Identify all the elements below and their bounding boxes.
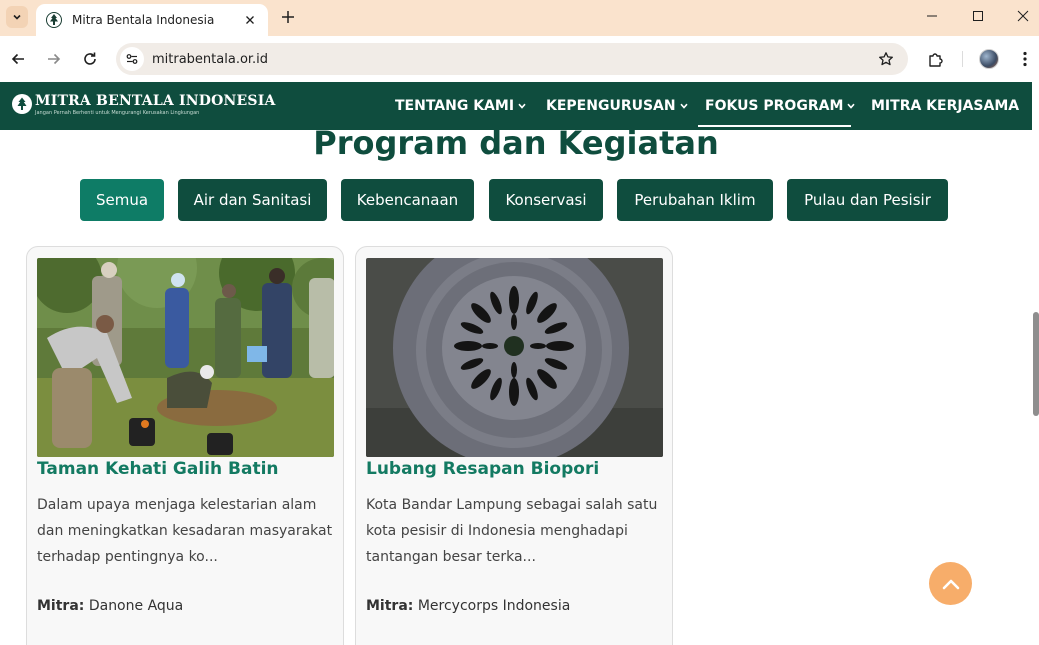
card-description: Dalam upaya menjaga kelestarian alam dan… [37,497,333,565]
more-menu-icon[interactable] [1013,47,1037,71]
address-bar[interactable]: mitrabentala.or.id [116,43,908,75]
browser-tabstrip: Mitra Bentala Indonesia [0,0,1039,36]
menu-mitra-kerjasama[interactable]: MITRA KERJASAMA [871,82,1019,130]
tree-logo-icon [12,94,32,114]
menu-label: MITRA KERJASAMA [871,98,1020,114]
close-tab-icon[interactable] [242,12,258,28]
extensions-puzzle-icon[interactable] [924,47,948,71]
bookmark-star-icon[interactable] [874,47,898,71]
card-partner: Mitra: Mercycorps Indonesia [366,598,570,614]
tree-planting-photo[interactable] [37,258,334,457]
chevron-down-icon [13,14,21,20]
filter-kebencanaan[interactable]: Kebencanaan [341,179,474,221]
partner-label: Mitra: [366,598,414,614]
browser-tab-active[interactable]: Mitra Bentala Indonesia [36,4,268,36]
card-title[interactable]: Taman Kehati Galih Batin [37,459,279,479]
reload-icon[interactable] [78,47,102,71]
site-settings-icon[interactable] [120,47,144,71]
chevron-down-icon [680,103,688,109]
close-window-icon[interactable] [1000,0,1039,32]
partner-name: Danone Aqua [88,598,184,614]
menu-label: TENTANG KAMI [395,98,515,114]
filter-semua[interactable]: Semua [80,179,164,221]
minimize-icon[interactable] [909,0,955,32]
toolbar-divider [962,51,963,67]
card-description: Kota Bandar Lampung sebagai salah satu k… [366,497,658,565]
site-favicon-icon [46,12,62,28]
menu-label: FOKUS PROGRAM [705,98,844,114]
program-card[interactable]: Taman Kehati Galih Batin Dalam upaya men… [26,246,344,645]
menu-tentang-kami[interactable]: TENTANG KAMI [395,82,526,130]
chevron-down-icon [847,103,855,109]
forward-arrow-icon[interactable] [42,47,66,71]
tab-title: Mitra Bentala Indonesia [72,13,215,27]
chevron-down-icon [518,103,526,109]
biopori-cover-photo[interactable] [366,258,663,457]
logo-tagline: Jangan Pernah Berhenti untuk Mengurangi … [35,110,200,116]
card-partner: Mitra: Danone Aqua [37,598,183,614]
menu-fokus-program[interactable]: FOKUS PROGRAM [705,82,855,130]
filter-konservasi[interactable]: Konservasi [489,179,603,221]
profile-avatar[interactable] [979,49,999,69]
site-navbar: MITRA BENTALA INDONESIA Jangan Pernah Be… [0,82,1032,130]
back-arrow-icon[interactable] [6,47,30,71]
card-title[interactable]: Lubang Resapan Biopori [366,459,599,479]
page-title: Program dan Kegiatan [313,124,719,162]
page-scrollbar-thumb[interactable] [1033,312,1039,416]
menu-label: KEPENGURUSAN [546,98,676,114]
chevron-up-icon [942,579,959,589]
partner-label: Mitra: [37,598,85,614]
tab-search-button[interactable] [6,6,28,28]
site-logo[interactable]: MITRA BENTALA INDONESIA Jangan Pernah Be… [12,94,276,117]
filter-air-dan-sanitasi[interactable]: Air dan Sanitasi [178,179,327,221]
url-text[interactable]: mitrabentala.or.id [152,52,874,67]
browser-toolbar: mitrabentala.or.id [0,36,1039,82]
new-tab-icon[interactable] [278,7,298,27]
scroll-to-top-button[interactable] [929,562,972,605]
program-card[interactable]: Lubang Resapan Biopori Kota Bandar Lampu… [355,246,673,645]
menu-kepengurusan[interactable]: KEPENGURUSAN [546,82,688,130]
maximize-icon[interactable] [955,0,1001,32]
filter-pulau-dan-pesisir[interactable]: Pulau dan Pesisir [787,179,948,221]
filter-perubahan-iklim[interactable]: Perubahan Iklim [617,179,773,221]
partner-name: Mercycorps Indonesia [417,598,571,614]
logo-name: MITRA BENTALA INDONESIA [35,93,276,109]
